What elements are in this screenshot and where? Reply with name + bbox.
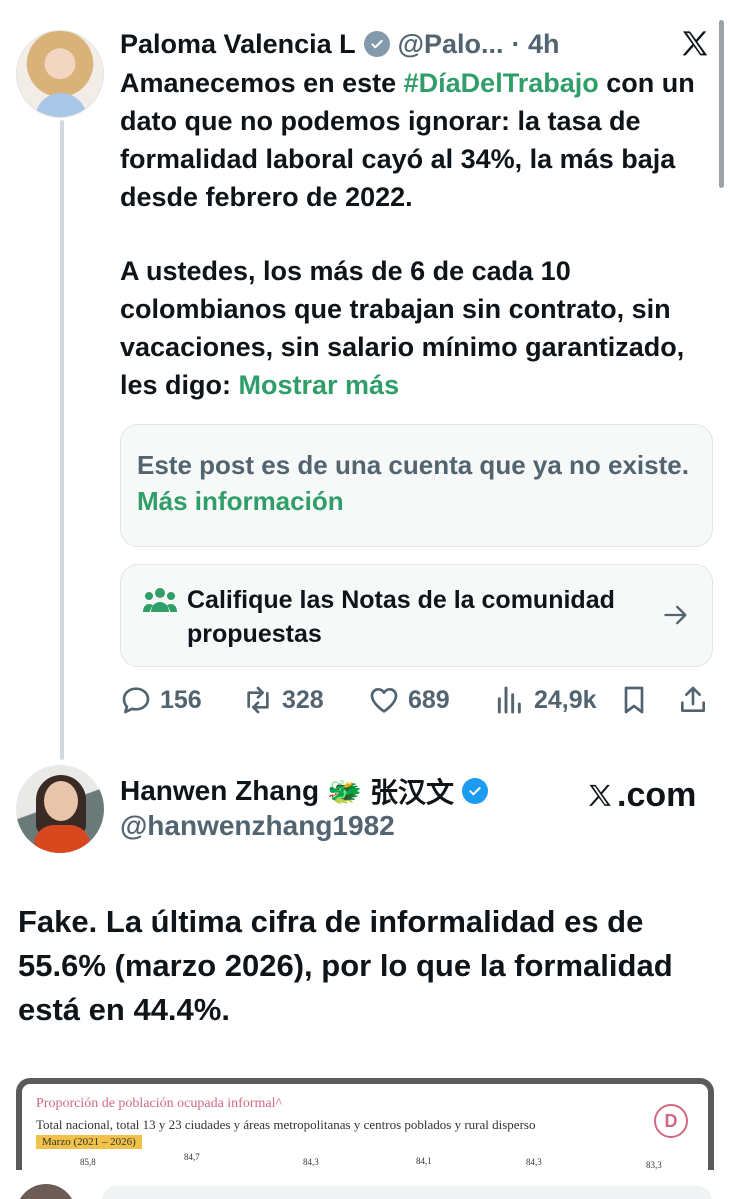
bookmark-icon [624, 686, 644, 714]
reply-header: Hanwen Zhang 🐲 张汉文 [120, 771, 489, 811]
chart-value: 85,8 [80, 1157, 96, 1167]
views-count: 24,9k [534, 685, 597, 714]
author-handle[interactable]: @Palo... [398, 29, 504, 60]
chart-period-tag: Marzo (2021 – 2026) [36, 1135, 142, 1149]
chart-value: 84,1 [416, 1156, 432, 1166]
post-time[interactable]: · 4h [511, 29, 559, 60]
verified-badge-icon [462, 778, 489, 804]
repost-button[interactable]: 328 [242, 684, 324, 716]
watermark-text: .com [617, 776, 697, 814]
notice-text: Este post es de una cuenta que ya no exi… [137, 450, 689, 480]
bookmark-button[interactable] [618, 684, 650, 716]
more-info-link[interactable]: Más información [137, 486, 344, 516]
reply-author-cjk-name[interactable]: 张汉文 [370, 771, 454, 811]
heart-icon [370, 688, 398, 713]
people-icon [143, 588, 177, 612]
x-logo-icon [589, 784, 611, 806]
thread-line [60, 120, 64, 760]
reply-button[interactable]: 156 [120, 684, 202, 716]
chart-value: 84,3 [303, 1157, 319, 1167]
reply-icon [122, 687, 150, 714]
like-count: 689 [408, 685, 450, 714]
show-more-link[interactable]: Mostrar más [239, 370, 400, 400]
deleted-account-notice: Este post es de una cuenta que ya no exi… [120, 424, 713, 547]
scrollbar[interactable] [719, 20, 724, 188]
chart-subtitle: Total nacional, total 13 y 23 ciudades y… [36, 1117, 536, 1132]
arrow-right-icon [664, 605, 687, 625]
avatar-shoulders [35, 93, 87, 117]
reply-input[interactable] [102, 1186, 712, 1199]
share-icon [681, 686, 705, 712]
repost-count: 328 [282, 685, 324, 714]
repost-icon [247, 686, 269, 714]
community-notes-label: Califique las Notas de la comunidad prop… [187, 586, 615, 648]
dragon-emoji: 🐲 [327, 775, 362, 807]
embedded-chart-image[interactable]: Proporción de población ocupada informal… [16, 1078, 714, 1170]
own-avatar [16, 1184, 76, 1199]
reply-author-handle[interactable]: @hanwenzhang1982 [120, 810, 395, 842]
hashtag-link[interactable]: #DíaDelTrabajo [404, 68, 599, 98]
x-logo-icon [682, 31, 708, 56]
verified-badge-icon [363, 31, 390, 57]
chart-title: Proporción de población ocupada informal… [36, 1096, 283, 1111]
author-name[interactable]: Paloma Valencia L [120, 29, 356, 60]
community-notes-card[interactable]: Califique las Notas de la comunidad prop… [120, 564, 713, 667]
post-header: Paloma Valencia L @Palo... · 4h [120, 26, 560, 62]
reply-composer-strip [0, 1174, 730, 1199]
post-text: Amanecemos en este #DíaDelTrabajo con un… [120, 64, 710, 404]
views-icon [497, 686, 521, 714]
views-button[interactable]: 24,9k [494, 684, 597, 716]
reply-text: Fake. La última cifra de informalidad es… [18, 904, 673, 1027]
x-com-watermark: .com [585, 776, 696, 815]
like-button[interactable]: 689 [368, 684, 450, 716]
avatar-clothing [34, 825, 90, 853]
original-post: Paloma Valencia L @Palo... · 4h Amanecem… [0, 0, 730, 760]
chart-value: 84,7 [184, 1152, 200, 1162]
reply-author-name[interactable]: Hanwen Zhang [120, 775, 319, 807]
reply-count: 156 [160, 685, 202, 714]
chart-value: 83,3 [646, 1160, 662, 1170]
dane-logo-icon: D [654, 1104, 688, 1138]
action-bar: 156 328 689 24,9k [120, 680, 713, 720]
post-text-start: Amanecemos en este [120, 68, 404, 98]
share-button[interactable] [677, 684, 709, 716]
reply-author-avatar[interactable] [16, 765, 104, 853]
chart-value: 84,3 [526, 1157, 542, 1167]
avatar-face [44, 781, 78, 821]
author-avatar[interactable] [16, 30, 104, 118]
post-text-paragraph-2: A ustedes, los más de 6 de cada 10 colom… [120, 256, 685, 400]
